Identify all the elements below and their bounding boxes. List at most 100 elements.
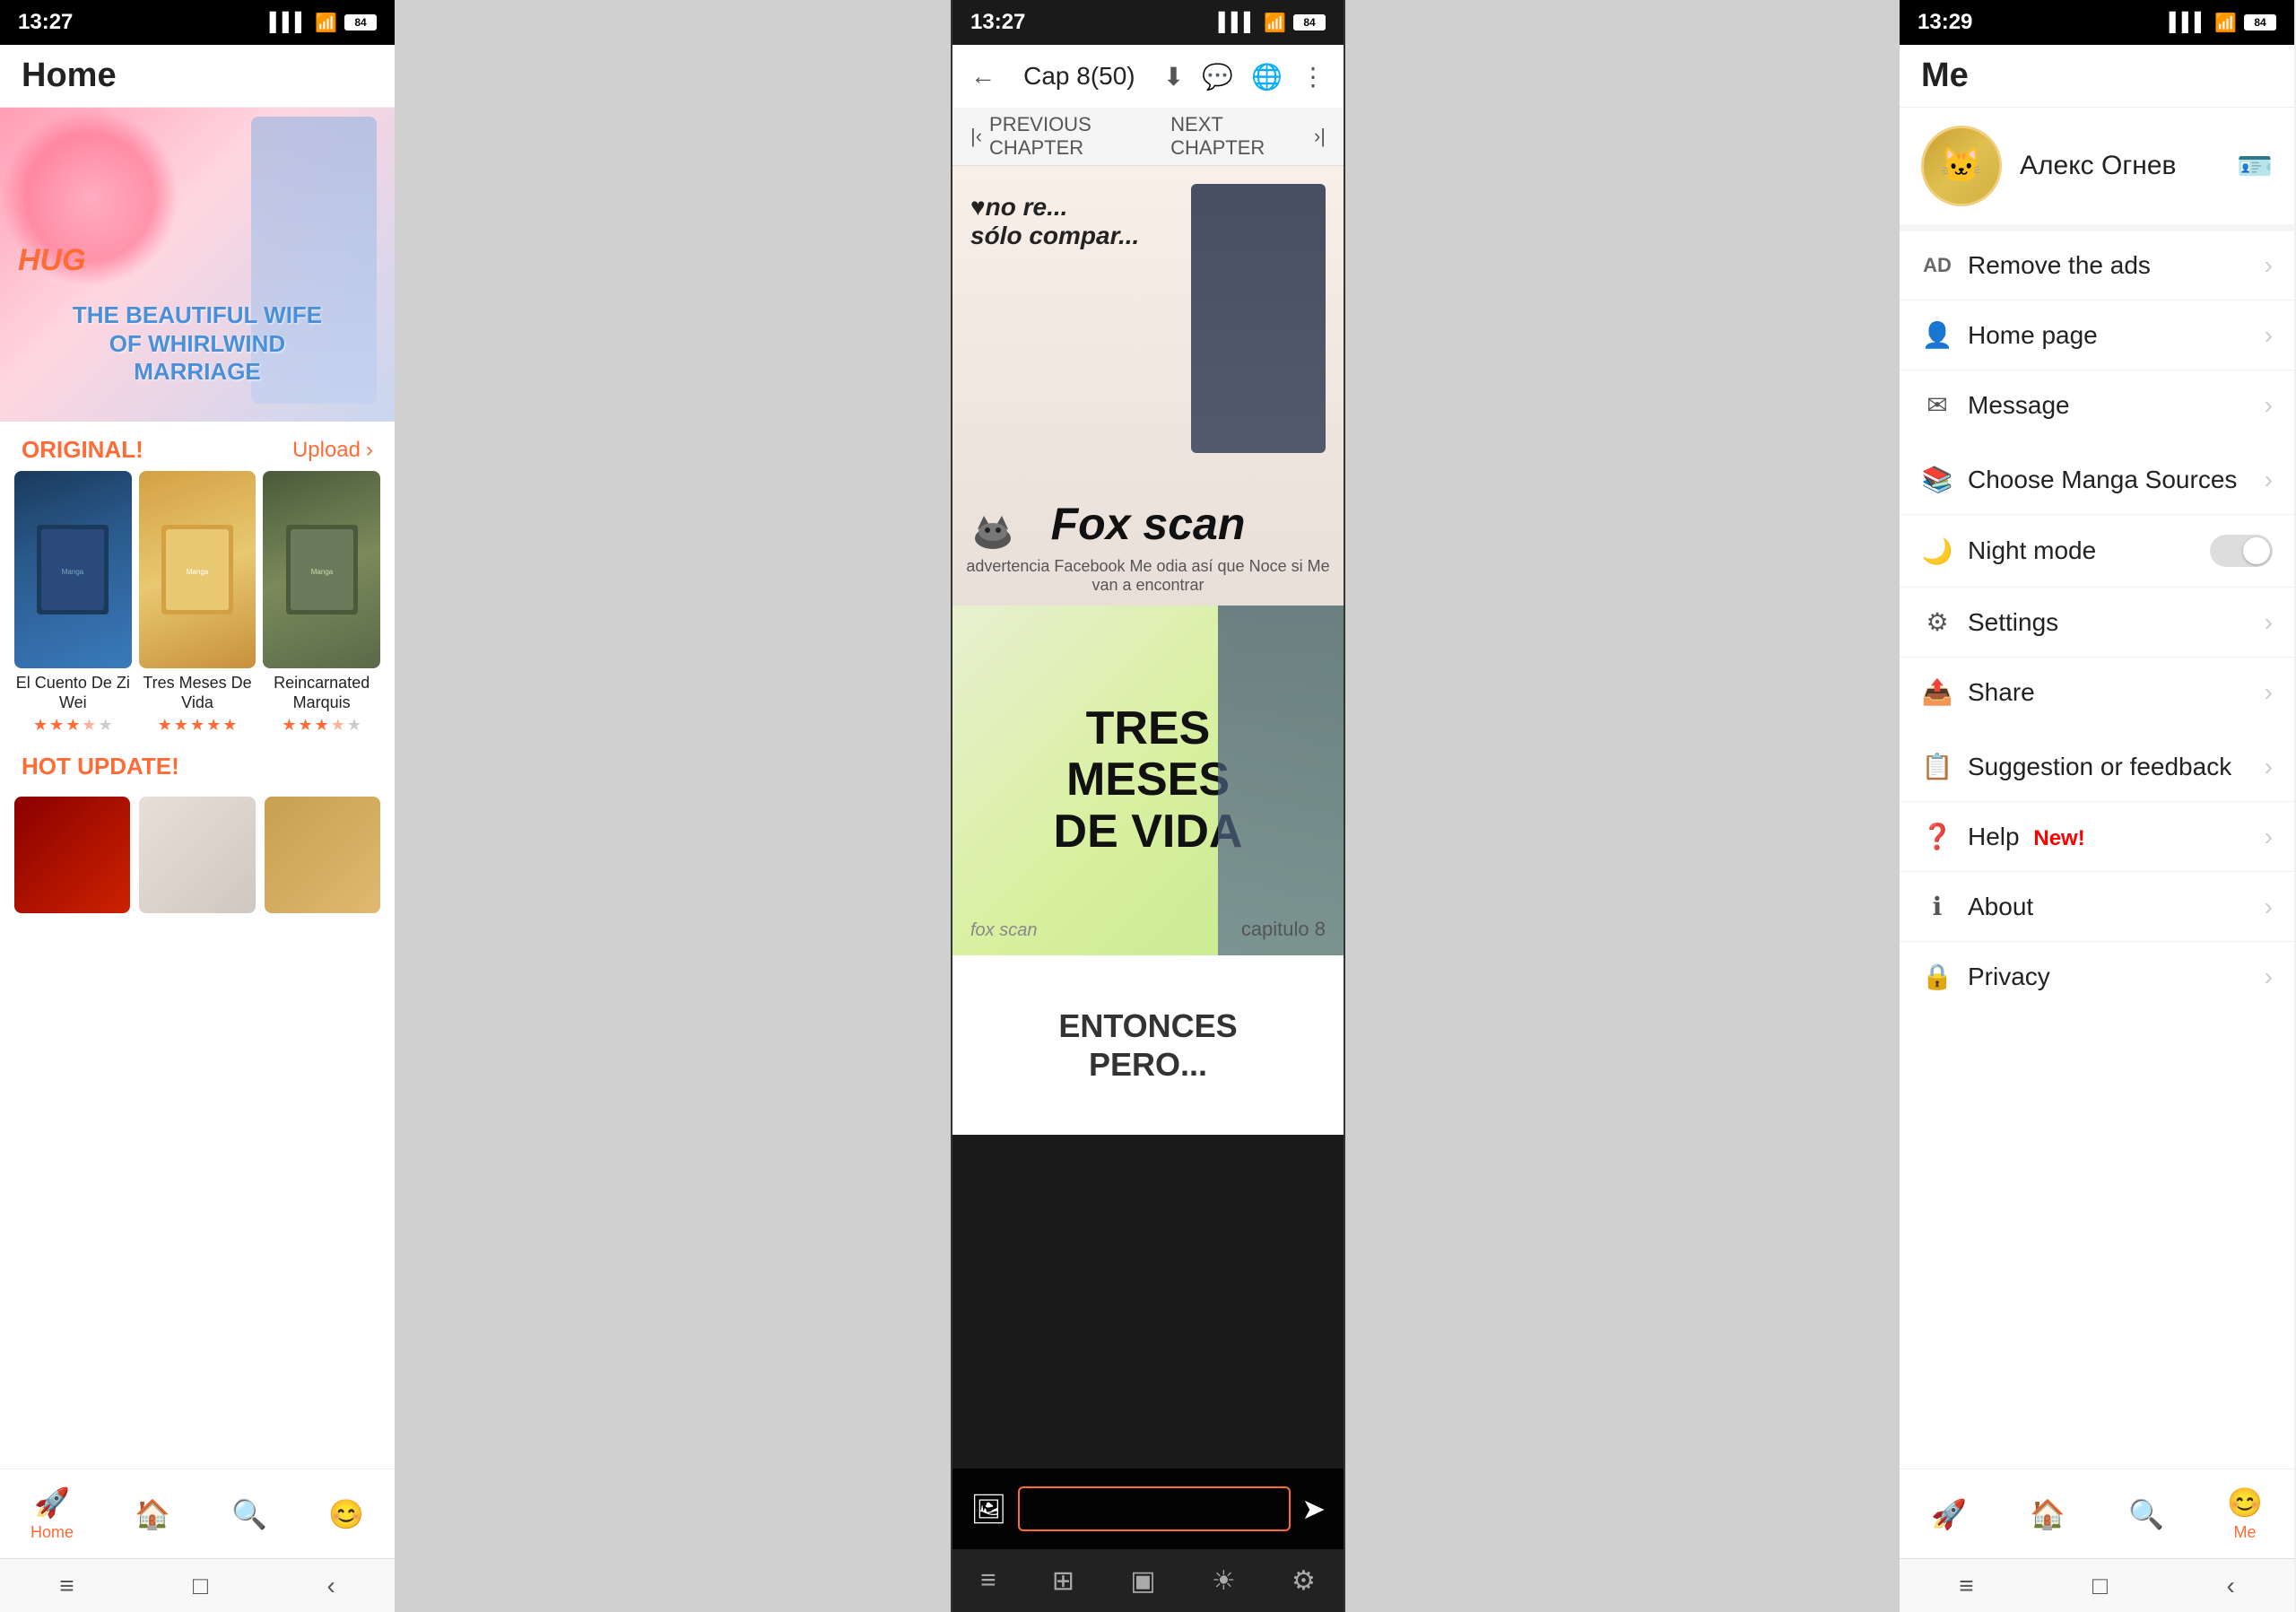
privacy-icon: 🔒 [1921, 962, 1953, 991]
manga-card-0[interactable]: Manga El Cuento De Zi Wei ★ ★ ★ ★ ★ [14, 471, 132, 735]
back-sys-btn[interactable]: ‹ [326, 1572, 335, 1600]
chevron-ads-icon: › [2265, 251, 2273, 280]
menu-item-manga-sources[interactable]: 📚 Choose Manga Sources › [1900, 445, 2294, 515]
me-nav-rocket[interactable]: 🚀 [1931, 1497, 1967, 1531]
menu-sys-btn[interactable]: ≡ [59, 1572, 74, 1600]
me-nav-search[interactable]: 🔍 [2128, 1497, 2164, 1531]
nav-profile[interactable]: 😊 [328, 1497, 364, 1531]
menu-item-about[interactable]: ℹ About › [1900, 872, 2294, 942]
manga-sources-icon: 📚 [1921, 465, 1953, 494]
hot-card-2[interactable] [265, 797, 380, 913]
menu-item-privacy[interactable]: 🔒 Privacy › [1900, 942, 2294, 1011]
manga-cover-1: Manga [139, 471, 257, 668]
reader-chapters-btn[interactable]: ⊞ [1052, 1565, 1074, 1597]
globe-icon[interactable]: 🌐 [1251, 62, 1283, 91]
reader-brightness-btn[interactable]: ☀ [1212, 1565, 1236, 1597]
menu-left-share: 📤 Share [1921, 677, 2035, 707]
wifi-icon: 📶 [315, 12, 337, 34]
status-bar-right: 13:29 ▌▌▌ 📶 84 [1900, 0, 2294, 45]
avatar[interactable]: 🐱 [1921, 126, 2002, 206]
manga-card-2[interactable]: Manga ReincarnatedMarquis ★ ★ ★ ★ ★ [263, 471, 380, 735]
home-sys-btn[interactable]: □ [193, 1572, 208, 1600]
time-right: 13:29 [1918, 10, 1972, 35]
reader-battery: 84 [1293, 14, 1326, 30]
battery-left: 84 [344, 14, 377, 30]
manga-card-1[interactable]: Manga Tres Meses De Vida ★ ★ ★ ★ ★ [139, 471, 257, 735]
hot-update-section: HOT UPDATE! [0, 745, 395, 788]
menu-left-night: 🌙 Night mode [1921, 536, 2096, 566]
manga-name-1: Tres Meses De Vida [139, 674, 257, 712]
menu-item-home-page[interactable]: 👤 Home page › [1900, 301, 2294, 370]
gap-right [1345, 0, 1900, 1612]
suggestion-icon: 📋 [1921, 752, 1953, 781]
original-section-row: ORIGINAL! Upload › [0, 422, 395, 471]
nav-home[interactable]: 🚀 Home [30, 1486, 74, 1542]
next-chevron-icon: ›| [1314, 125, 1326, 148]
reader-home-btn[interactable]: ▣ [1130, 1565, 1155, 1597]
menu-label-share: Share [1968, 678, 2035, 707]
more-options-icon[interactable]: ⋮ [1300, 62, 1326, 91]
menu-item-share[interactable]: 📤 Share › [1900, 658, 2294, 727]
image-icon[interactable]: 🖼 [970, 1492, 1007, 1526]
banner[interactable]: HUG THE BEAUTIFUL WIFEOF WHIRLWINDMARRIA… [0, 108, 395, 422]
right-phone: 13:29 ▌▌▌ 📶 84 Me 🐱 Алекс Огнев 🪪 AD Rem [1900, 0, 2294, 1612]
settings-icon: ⚙ [1921, 607, 1953, 637]
menu-left-suggestion: 📋 Suggestion or feedback [1921, 752, 2231, 781]
menu-item-remove-ads[interactable]: AD Remove the ads › [1900, 231, 2294, 301]
hot-update-label: HOT UPDATE! [22, 753, 179, 780]
menu-item-suggestion[interactable]: 📋 Suggestion or feedback › [1900, 732, 2294, 802]
reader-action-icons: ⬇ 💬 🌐 ⋮ [1163, 62, 1326, 91]
reader-comment-input[interactable] [1018, 1486, 1292, 1531]
send-icon[interactable]: ➤ [1301, 1492, 1326, 1526]
reader-status-bar: 13:27 ▌▌▌ 📶 84 [952, 0, 1344, 45]
page2-title: TRESMESESDE VIDA [1054, 703, 1243, 858]
me-wifi-icon: 📶 [2214, 12, 2237, 34]
nav-bookmark[interactable]: 🏠 [135, 1497, 170, 1531]
bookmark-nav-icon: 🏠 [135, 1497, 170, 1531]
manga-page-1: ♥no re...sólo compar... Fox scan adverte… [952, 166, 1344, 606]
comment-icon[interactable]: 💬 [1202, 62, 1233, 91]
gap-left [395, 0, 951, 1612]
me-nav-label: Me [2233, 1523, 2256, 1542]
me-nav-home[interactable]: 🏠 [2030, 1497, 2066, 1531]
night-mode-toggle[interactable] [2210, 535, 2273, 567]
upload-button[interactable]: Upload › [292, 438, 373, 463]
avatar-emoji: 🐱 [1940, 146, 1982, 186]
night-mode-icon: 🌙 [1921, 536, 1953, 566]
chevron-message-icon: › [2265, 391, 2273, 420]
manga-name-0: El Cuento De Zi Wei [14, 674, 132, 712]
me-nav-me[interactable]: 😊 Me [2227, 1486, 2263, 1542]
menu-item-help[interactable]: ❓ Help New! › [1900, 802, 2294, 872]
download-icon[interactable]: ⬇ [1163, 62, 1184, 91]
fox-scan-sub: advertencia Facebook Me odia así que Noc… [952, 557, 1344, 595]
menu-item-night-mode[interactable]: 🌙 Night mode [1900, 515, 2294, 588]
hot-card-0[interactable] [14, 797, 130, 913]
fox-scan-logo: Fox scan [1051, 498, 1246, 550]
manga-stars-0: ★ ★ ★ ★ ★ [14, 716, 132, 735]
nav-search[interactable]: 🔍 [231, 1497, 267, 1531]
prev-chapter-btn[interactable]: |‹ PREVIOUS CHAPTER [970, 113, 1170, 160]
manga-page-area: ♥no re...sólo compar... Fox scan adverte… [952, 166, 1344, 1468]
profile-card-icon[interactable]: 🪪 [2237, 149, 2273, 183]
chevron-share-icon: › [2265, 678, 2273, 707]
next-chapter-btn[interactable]: NEXT CHAPTER ›| [1170, 113, 1326, 160]
signal-icon: ▌▌▌ [270, 13, 309, 33]
page2-chapter: capitulo 8 [1241, 918, 1326, 941]
page1-watermark-text: ♥no re...sólo compar... [970, 193, 1139, 250]
profile-left: 🐱 Алекс Огнев [1921, 126, 2176, 206]
me-home-btn[interactable]: □ [2092, 1572, 2108, 1600]
me-menu-btn[interactable]: ≡ [1959, 1572, 1973, 1600]
reader-settings-btn[interactable]: ⚙ [1292, 1565, 1316, 1597]
page3-text: ENTONCESPERO... [1058, 1006, 1237, 1084]
me-back-btn[interactable]: ‹ [2226, 1572, 2234, 1600]
reader-menu-btn[interactable]: ≡ [980, 1565, 996, 1596]
menu-item-message[interactable]: ✉ Message › [1900, 370, 2294, 440]
me-header: Me [1900, 45, 2294, 108]
menu-label-message: Message [1968, 391, 2070, 420]
status-bar-left: 13:27 ▌▌▌ 📶 84 [0, 0, 395, 45]
profile-nav-icon: 😊 [328, 1497, 364, 1531]
hot-card-1[interactable] [139, 797, 255, 913]
back-arrow-icon[interactable]: ← [970, 62, 996, 91]
new-badge: New! [2033, 826, 2084, 850]
menu-item-settings[interactable]: ⚙ Settings › [1900, 588, 2294, 658]
